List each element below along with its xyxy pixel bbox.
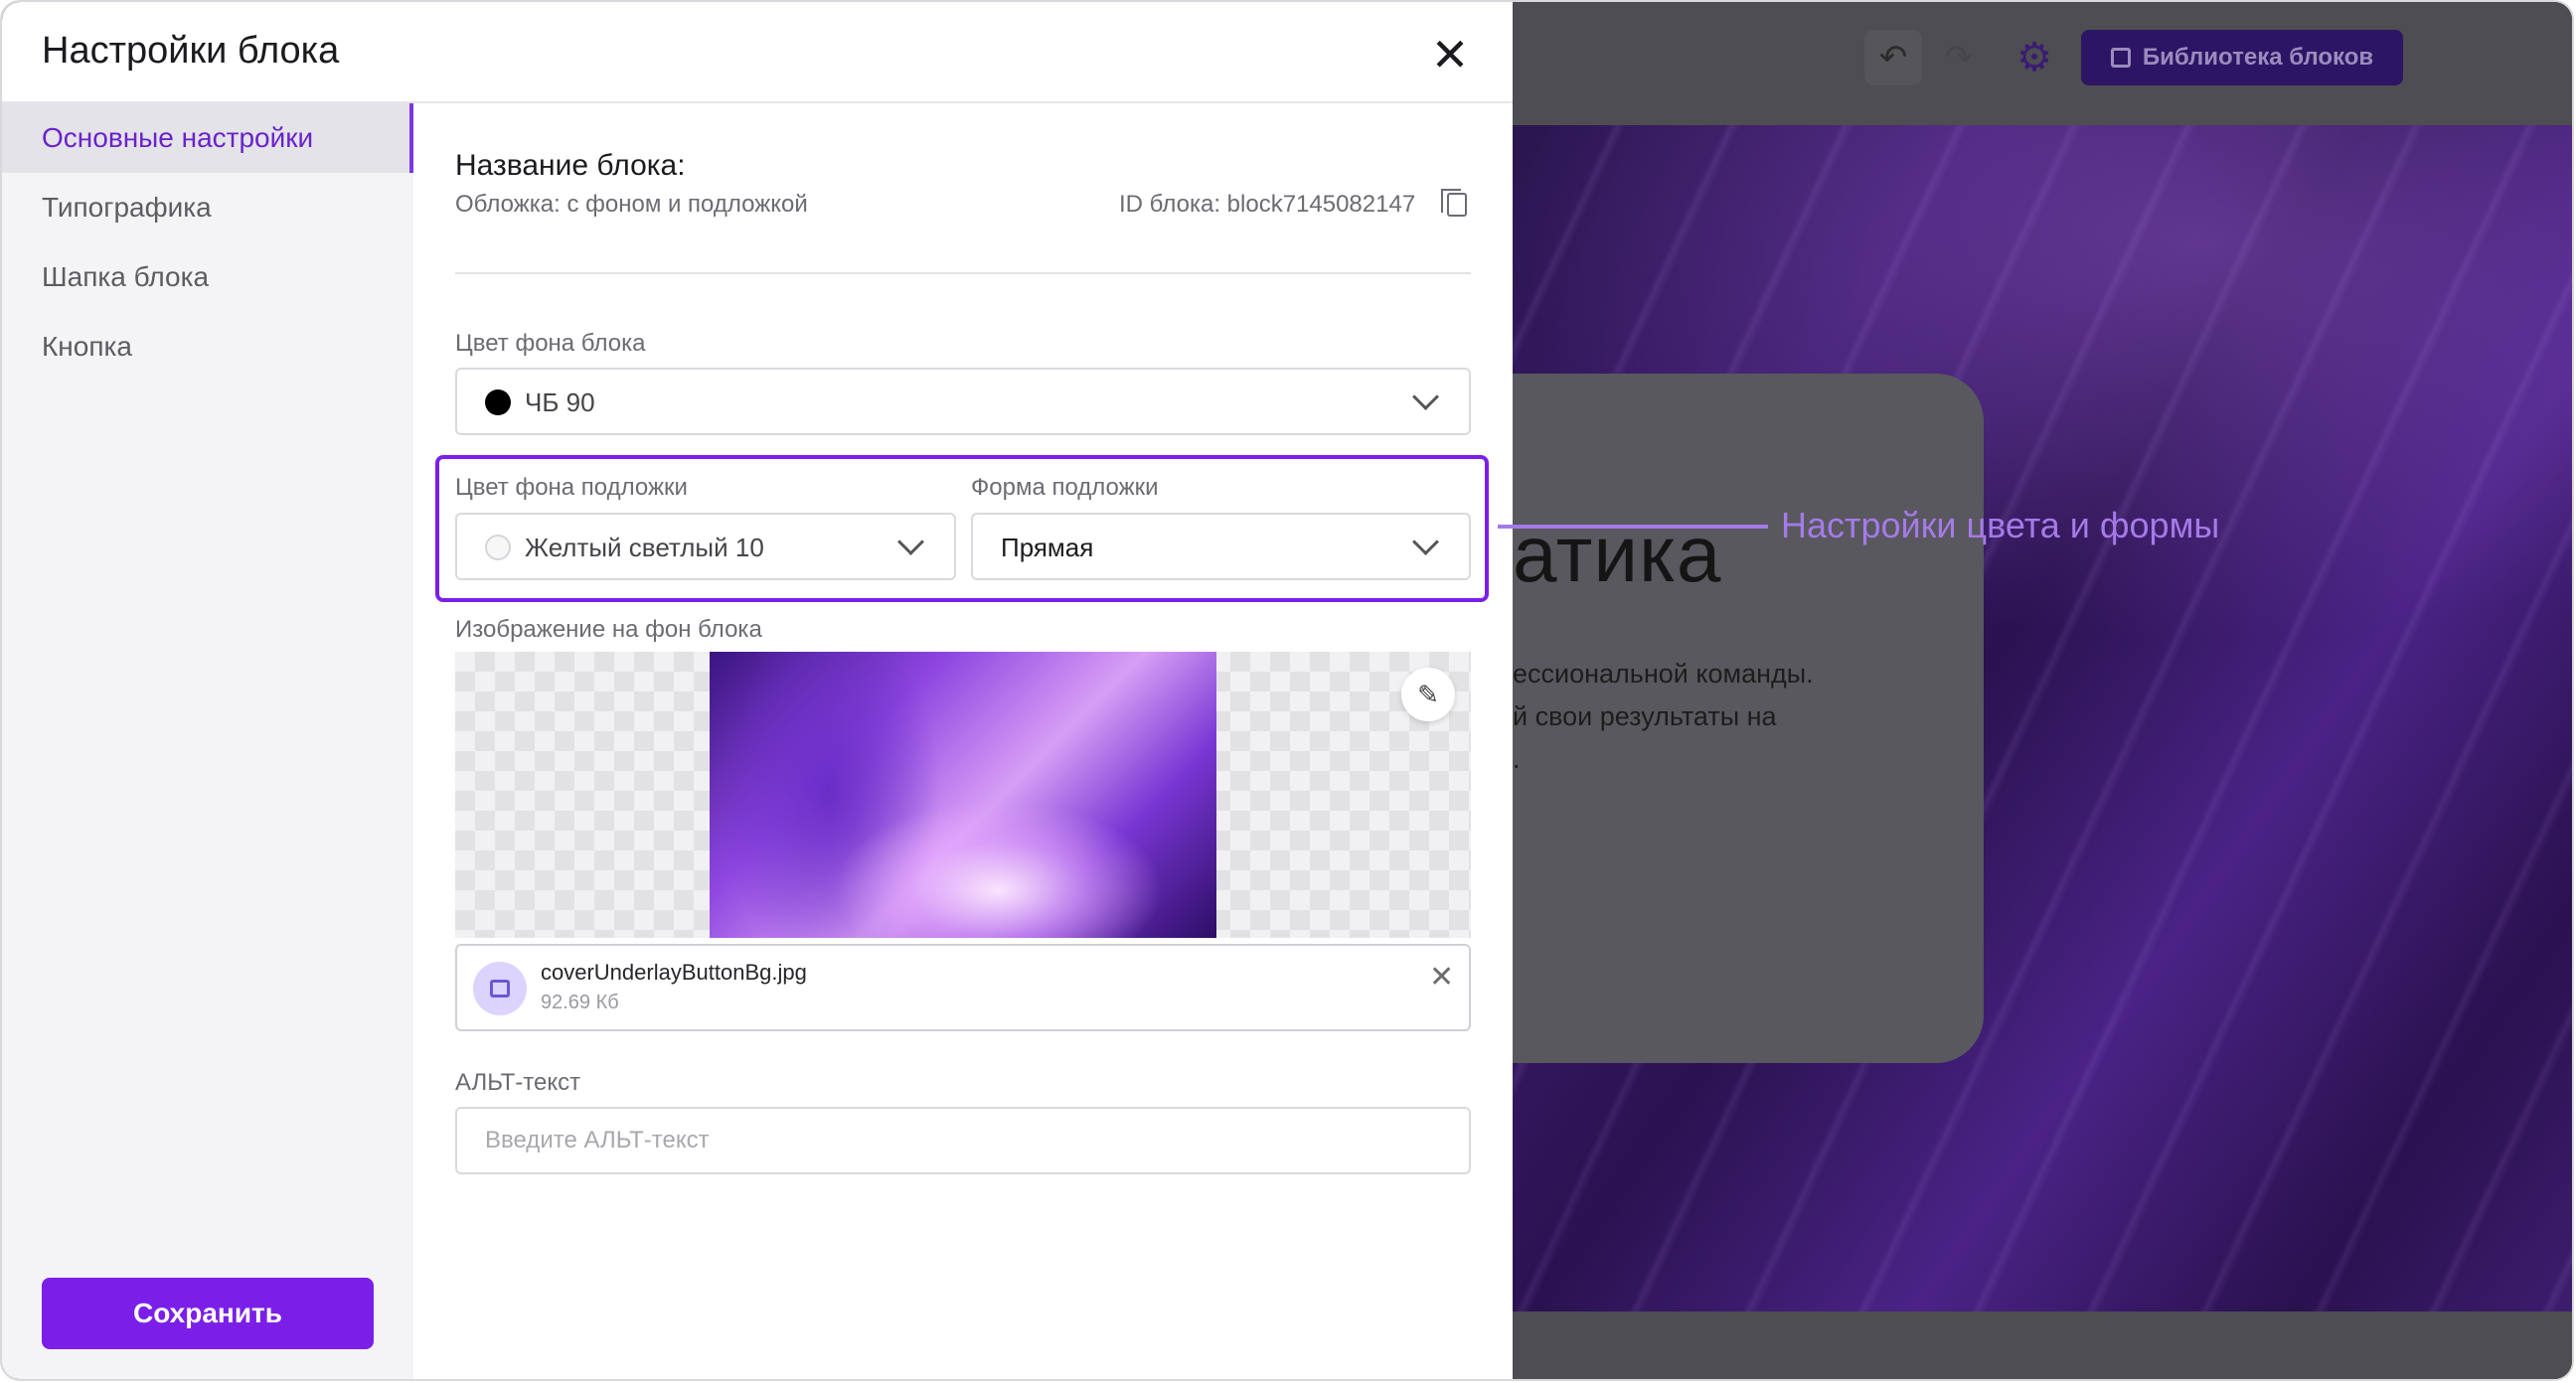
editor-footer [1513,1311,2572,1379]
close-icon: ✕ [1430,29,1470,80]
color-swatch [485,535,511,560]
chevron-down-icon [1412,384,1439,410]
hero-text-line: й свои результаты на [1513,701,1777,731]
underlay-color-label: Цвет фона подложки [455,474,688,501]
image-file-icon [473,962,527,1015]
block-name-value: Обложка: с фоном и подложкой [455,191,808,218]
block-library-button[interactable]: Библиотека блоков [2081,30,2403,85]
modal-title: Настройки блока [42,30,340,72]
sidebar-item-block-header[interactable]: Шапка блока [2,242,413,312]
bg-image-label: Изображение на фон блока [455,616,762,643]
save-button[interactable]: Сохранить [42,1278,374,1349]
undo-icon: ↶ [1878,39,1908,77]
edit-image-button[interactable]: ✎ [1401,668,1455,721]
close-button[interactable]: ✕ [1423,28,1477,81]
block-settings-modal: Настройки блока ✕ Основные настройки Тип… [2,2,1513,1379]
bg-color-value: ЧБ 90 [525,387,595,417]
hero-text-line: . [1513,744,1521,774]
uploaded-file: coverUnderlayButtonBg.jpg 92.69 Кб ✕ [455,944,1471,1031]
block-name-heading: Название блока: [455,149,686,182]
hero-text-line: ессиональной команды. [1513,659,1814,689]
gear-icon: ⚙ [2016,36,2052,79]
underlay-shape-select[interactable]: Прямая [971,513,1471,580]
image-preview [710,652,1216,938]
file-size: 92.69 Кб [541,992,619,1013]
settings-content: Название блока: Обложка: с фоном и подло… [413,103,1513,1379]
block-library-label: Библиотека блоков [2142,44,2374,71]
copy-icon[interactable] [1441,189,1467,217]
settings-button[interactable]: ⚙ [2006,30,2063,85]
modal-header: Настройки блока ✕ [2,2,1513,103]
divider [455,272,1471,274]
alt-text-label: АЛЬТ-текст [455,1069,581,1096]
app-window: ↶ ↷ ⚙ Библиотека блоков атика ессиональн… [0,0,2574,1381]
chevron-down-icon [1412,529,1439,555]
annotation-line [1498,525,1768,529]
annotation-label: Настройки цвета и формы [1781,505,2220,545]
hero-title: атика [1513,510,1722,598]
redo-button[interactable]: ↷ [1930,30,1988,85]
underlay-shape-value: Прямая [1001,533,1094,562]
remove-file-icon[interactable]: ✕ [1429,960,1454,995]
redo-icon: ↷ [1944,39,1974,77]
file-name: coverUnderlayButtonBg.jpg [541,960,807,985]
underlay-color-value: Желтый светлый 10 [525,533,764,562]
underlay-shape-label: Форма подложки [971,474,1159,501]
color-swatch [485,389,511,415]
image-preview-area: ✎ [455,652,1471,938]
bg-color-select[interactable]: ЧБ 90 [455,368,1471,435]
sidebar-item-button[interactable]: Кнопка [2,312,413,382]
pencil-icon: ✎ [1417,679,1439,709]
image-icon [2110,48,2131,68]
block-id: ID блока: block7145082147 [1119,191,1416,218]
sidebar-item-typography[interactable]: Типографика [2,173,413,242]
bg-color-label: Цвет фона блока [455,330,646,357]
undo-button[interactable]: ↶ [1864,30,1922,85]
settings-sidebar: Основные настройки Типографика Шапка бло… [2,103,413,1379]
sidebar-item-main-settings[interactable]: Основные настройки [2,103,413,173]
hero-text: ессиональной команды. й свои результаты … [1513,653,1970,781]
underlay-color-select[interactable]: Желтый светлый 10 [455,513,956,580]
chevron-down-icon [897,529,924,555]
alt-text-input[interactable] [455,1107,1471,1174]
